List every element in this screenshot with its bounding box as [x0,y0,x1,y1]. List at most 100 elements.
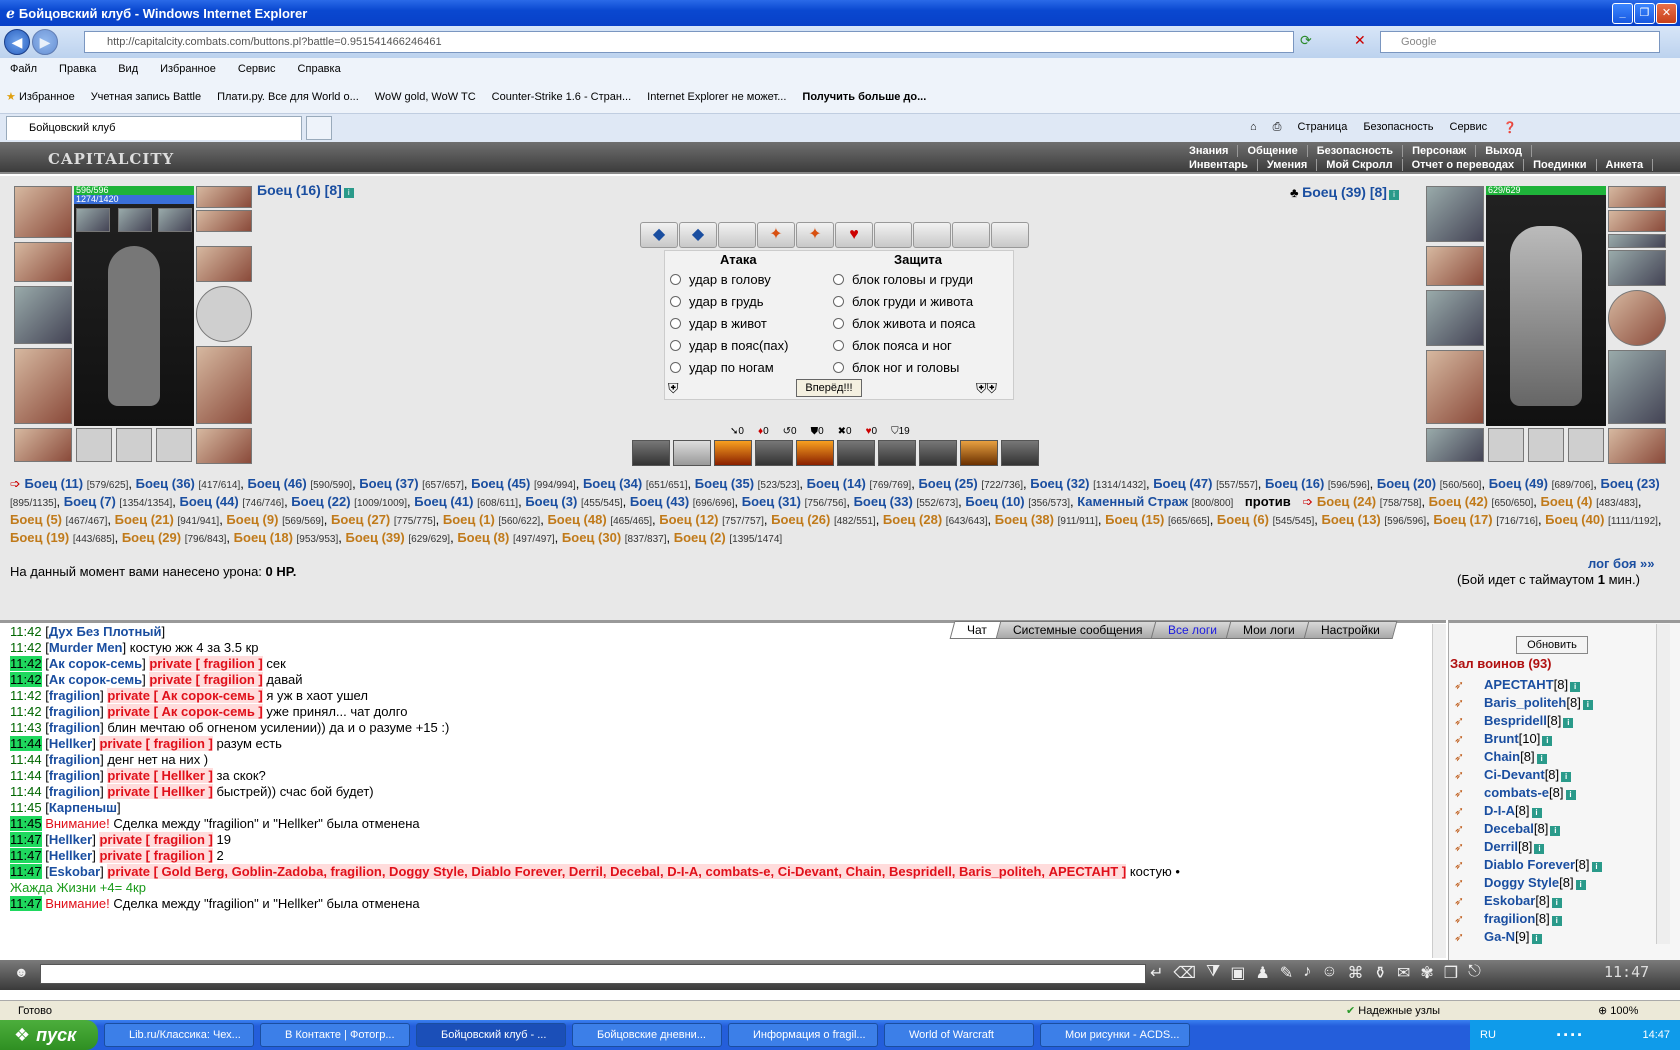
favorite-link[interactable]: Internet Explorer не может... [647,91,786,103]
fighter-name[interactable]: Боец (18) [234,530,293,545]
ability-slot[interactable] [878,440,916,466]
menu-edit[interactable]: Правка [59,63,96,75]
user-list-item[interactable]: Doggy Style[8]i [1450,874,1660,892]
menu-tools[interactable]: Сервис [238,63,276,75]
clear-icon[interactable]: ⌫ [1173,963,1196,983]
message-author[interactable]: fragilion [49,720,100,735]
block-option[interactable]: блок живота и пояса [833,316,975,331]
info-icon[interactable]: i [1563,718,1574,728]
radio-button[interactable] [833,318,844,329]
strategy-icon[interactable]: ⛨⛨ [976,380,997,397]
radio-button[interactable] [670,340,681,351]
user-name[interactable]: Chain [1484,749,1520,764]
taskbar-item[interactable]: Информация о fragil... [728,1023,878,1047]
info-icon[interactable]: i [1570,682,1581,692]
close-button[interactable]: ✕ [1656,3,1677,24]
home-icon[interactable]: ⌂ [1250,121,1257,133]
fighter-name[interactable]: Боец (47) [1153,476,1212,491]
message-author[interactable]: Hellker [49,736,92,751]
fighter-name[interactable]: Боец (37) [359,476,418,491]
user-list-item[interactable]: combats-e[8]i [1450,784,1660,802]
ability-slot[interactable] [837,440,875,466]
rune-slot[interactable] [76,428,112,462]
earring-slot[interactable] [196,210,252,232]
save-icon[interactable]: ▣ [1230,963,1245,983]
fighter-entry[interactable]: Боец (48) [465/465] [547,512,652,527]
user-list-item[interactable]: Brunt[10]i [1450,730,1660,748]
message-time[interactable]: 11:47 [10,864,42,879]
fighter-name[interactable]: Боец (39) [345,530,404,545]
fighter-entry[interactable]: Боец (20) [560/560] [1377,476,1482,491]
info-icon[interactable]: i [1575,880,1586,890]
user-name[interactable]: Ga-N [1484,929,1515,944]
ability-slot[interactable] [1001,440,1039,466]
armor-slot[interactable] [14,348,72,424]
private-recipients[interactable]: private [ fragilion ] [149,656,263,671]
amulet-slot[interactable] [196,186,252,208]
fighter-name[interactable]: Боец (42) [1429,494,1488,509]
user-list-item[interactable]: Chain[8]i [1450,748,1660,766]
user-name[interactable]: combats-e [1484,785,1549,800]
message-time[interactable]: 11:43 [10,720,42,735]
maximize-button[interactable]: ❐ [1634,3,1655,24]
info-icon[interactable]: i [1531,934,1542,944]
info-icon[interactable]: i [1582,700,1593,710]
private-recipients[interactable]: private [ fragilion ] [99,736,213,751]
info-icon[interactable]: i [1561,772,1572,782]
ability-slot[interactable] [919,440,957,466]
fighter-name[interactable]: Боец (31) [742,494,801,509]
chat-input[interactable] [40,964,1146,984]
message-time[interactable]: 11:45 [10,816,42,831]
attack-option[interactable]: удар по ногам [670,360,774,375]
block-option[interactable]: блок пояса и ног [833,338,952,353]
radio-button[interactable] [833,362,844,373]
fighter-name[interactable]: Боец (3) [525,494,577,509]
ability-fire[interactable] [714,440,752,466]
bottle-icon[interactable]: ⚱ [1374,963,1387,983]
attack-option[interactable]: удар в голову [670,272,771,287]
fighter-name[interactable]: Боец (23) [1601,476,1660,491]
minimize-button[interactable]: _ [1612,3,1633,24]
fighter-entry[interactable]: Боец (16) [596/596] [1265,476,1370,491]
brain-icon[interactable]: ✾ [1420,963,1433,983]
fighter-entry[interactable]: Боец (3) [455/545] [525,494,622,509]
radio-button[interactable] [833,274,844,285]
private-recipients[interactable]: private [ fragilion ] [99,848,213,863]
private-recipients[interactable]: private [ Ак сорок-семь ] [107,688,263,703]
address-bar[interactable]: http://capitalcity.combats.com/buttons.p… [84,31,1294,53]
nav-exit[interactable]: Выход [1476,145,1532,157]
user-list-item[interactable]: Ga-N[9]i [1450,928,1660,946]
message-author[interactable]: fragilion [49,704,100,719]
fire-card[interactable]: ✦ [796,222,834,248]
shield-slot[interactable] [1608,290,1666,346]
fighter-name[interactable]: Боец (4) [1541,494,1593,509]
fighter-entry[interactable]: Боец (29) [796/843] [122,530,227,545]
user-list-item[interactable]: D-I-A[8]i [1450,802,1660,820]
exit-icon[interactable]: ⎋ [1468,963,1481,983]
radio-button[interactable] [670,318,681,329]
diamond-card[interactable]: ◆ [679,222,717,248]
fighter-name[interactable]: Боец (7) [64,494,116,509]
weapon-slot[interactable] [14,286,72,344]
fighter-entry[interactable]: Боец (40) [1111/1192] [1545,512,1658,527]
nav-security[interactable]: Безопасность [1308,145,1404,157]
shield-icon[interactable]: ⛨ [668,380,679,397]
fighter-name[interactable]: Боец (32) [1030,476,1089,491]
person-icon[interactable]: ♟ [1255,963,1269,983]
ring-slot[interactable] [118,208,152,232]
menu-view[interactable]: Вид [118,63,138,75]
fighter-name[interactable]: Боец (9) [226,512,278,527]
message-author[interactable]: Eskobar [49,864,100,879]
user-name[interactable]: fragilion [1484,911,1535,926]
user-list-item[interactable]: Baris_politeh[8]i [1450,694,1660,712]
message-time[interactable]: 11:42 [10,704,42,719]
fighter-name[interactable]: Боец (20) [1377,476,1436,491]
user-list-scrollbar[interactable] [1656,624,1670,944]
fighter-entry[interactable]: Боец (5) [467/467] [10,512,107,527]
fighter-name[interactable]: Боец (38) [995,512,1054,527]
fighter-name[interactable]: Боец (36) [136,476,195,491]
stop-icon[interactable]: ✕ [1354,32,1366,49]
new-tab-button[interactable] [306,116,332,140]
fighter-name[interactable]: Боец (12) [659,512,718,527]
message-author[interactable]: fragilion [49,768,100,783]
